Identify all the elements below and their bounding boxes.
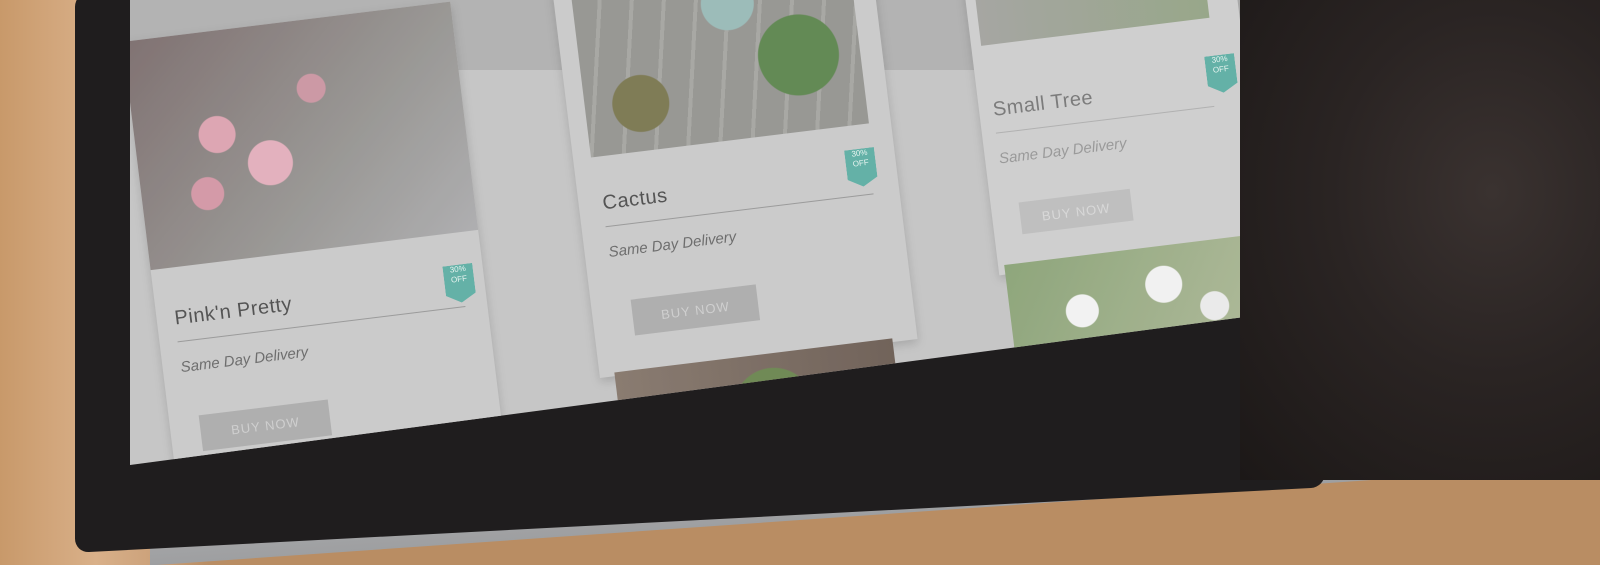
- buy-now-button[interactable]: BUY NOW: [630, 284, 761, 336]
- product-card-small-tree[interactable]: 30% OFF Small Tree Same Day Delivery BUY …: [962, 0, 1250, 276]
- product-image-cactus: [570, 0, 869, 158]
- product-card-pink-n-pretty[interactable]: 30% OFF Pink'n Pretty Same Day Delivery B…: [130, 1, 508, 465]
- delivery-label: Same Day Delivery: [607, 228, 738, 261]
- delivery-label: Same Day Delivery: [179, 343, 310, 377]
- product-title[interactable]: Small Tree: [992, 87, 1095, 122]
- discount-badge-icon: 30% OFF: [442, 263, 476, 304]
- product-image-flowers: [130, 1, 479, 271]
- product-card-cactus[interactable]: 30% OFF Cactus Same Day Delivery BUY NOW: [552, 0, 918, 379]
- discount-badge-icon: 30% OFF: [844, 147, 878, 188]
- discount-badge-icon: 30% OFF: [1204, 53, 1238, 94]
- product-image-tree: [975, 0, 1210, 46]
- person-silhouette: [1240, 0, 1600, 480]
- product-title[interactable]: Cactus: [601, 185, 669, 216]
- buy-now-button[interactable]: BUY NOW: [1018, 188, 1134, 235]
- product-title[interactable]: Pink'n Pretty: [173, 293, 293, 330]
- delivery-label: Same Day Delivery: [998, 134, 1128, 168]
